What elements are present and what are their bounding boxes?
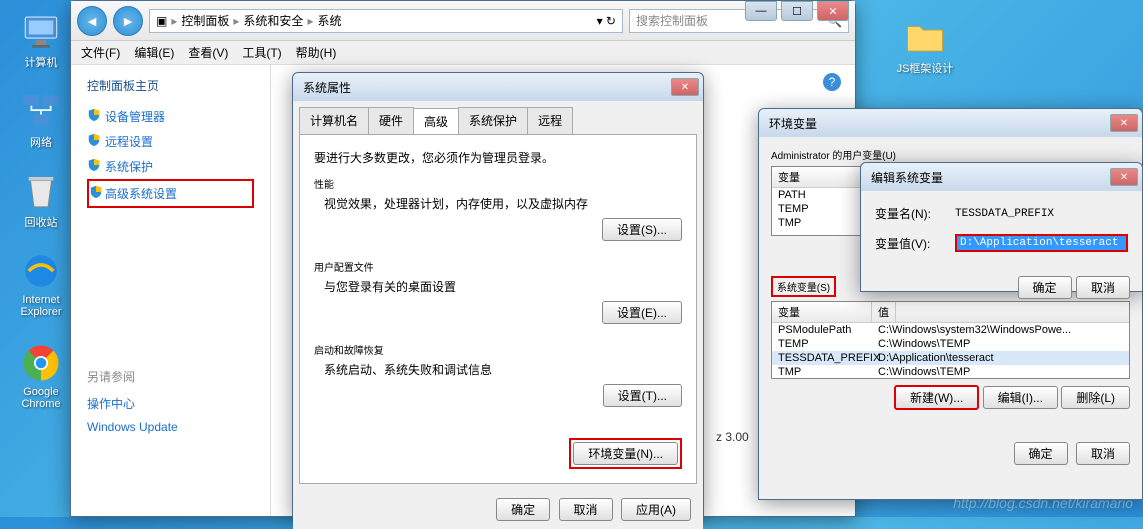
col-variable: 变量 xyxy=(772,302,872,322)
forward-button[interactable]: ► xyxy=(113,6,143,36)
cancel-button[interactable]: 取消 xyxy=(1076,442,1130,465)
menu-view[interactable]: 查看(V) xyxy=(188,44,228,61)
breadcrumb[interactable]: 系统和安全 xyxy=(243,12,303,29)
dialog-title: 系统属性 xyxy=(297,79,671,96)
tab-hardware[interactable]: 硬件 xyxy=(368,107,414,134)
ok-button[interactable]: 确定 xyxy=(496,498,550,521)
startup-settings-button[interactable]: 设置(T)... xyxy=(603,384,682,407)
system-vars-table[interactable]: 变量值 PSModulePathC:\Windows\system32\Wind… xyxy=(771,301,1130,379)
desktop-network[interactable]: 网络 xyxy=(6,90,76,150)
sidebar-remote[interactable]: 远程设置 xyxy=(87,129,254,154)
menu-file[interactable]: 文件(F) xyxy=(81,44,120,61)
sidebar: 控制面板主页 设备管理器 远程设置 系统保护 高级系统设置 另请参阅 操作中心 … xyxy=(71,65,271,516)
intro-text: 要进行大多数更改，您必须作为管理员登录。 xyxy=(314,149,682,166)
recycle-icon xyxy=(20,170,62,212)
sidebar-device-manager[interactable]: 设备管理器 xyxy=(87,104,254,129)
ie-icon xyxy=(20,250,62,292)
cancel-button[interactable]: 取消 xyxy=(559,498,613,521)
system-vars-heading: 系统变量(S) xyxy=(771,276,836,297)
tabs: 计算机名 硬件 高级 系统保护 远程 xyxy=(293,101,703,134)
breadcrumb-icon: ▣ xyxy=(156,14,167,28)
chrome-icon xyxy=(20,342,62,384)
shield-icon xyxy=(87,108,101,122)
breadcrumb[interactable]: 控制面板 xyxy=(181,12,229,29)
var-value-label: 变量值(V): xyxy=(875,235,955,252)
minimize-button[interactable]: — xyxy=(745,1,777,21)
tab-advanced[interactable]: 高级 xyxy=(413,108,459,135)
sidebar-home[interactable]: 控制面板主页 xyxy=(87,77,254,94)
var-name-field[interactable]: TESSDATA_PREFIX xyxy=(955,208,1128,220)
desktop-label: Internet Explorer xyxy=(21,294,62,318)
tab-remote[interactable]: 远程 xyxy=(527,107,573,134)
desktop-label: 网络 xyxy=(30,137,52,149)
dialog-title: 环境变量 xyxy=(763,115,1110,132)
desktop-folder[interactable]: JS框架设计 xyxy=(890,16,960,76)
version-text: z 3.00 xyxy=(716,430,749,444)
startup-desc: 系统启动、系统失败和调试信息 xyxy=(324,361,682,378)
address-bar[interactable]: ▣ ▸ 控制面板 ▸ 系统和安全 ▸ 系统 ▾ ↻ xyxy=(149,9,623,33)
edit-var-button[interactable]: 编辑(I)... xyxy=(983,386,1058,409)
desktop-computer[interactable]: 计算机 xyxy=(6,10,76,70)
shield-icon xyxy=(87,133,101,147)
desktop-label: JS框架设计 xyxy=(897,63,954,75)
startup-heading: 启动和故障恢复 xyxy=(314,342,682,357)
table-row: TEMPC:\Windows\TEMP xyxy=(772,337,1129,351)
ok-button[interactable]: 确定 xyxy=(1018,276,1072,299)
desktop-ie[interactable]: Internet Explorer xyxy=(6,250,76,318)
see-also: 另请参阅 xyxy=(87,368,254,385)
env-vars-button[interactable]: 环境变量(N)... xyxy=(573,442,678,465)
cancel-button[interactable]: 取消 xyxy=(1076,276,1130,299)
new-var-button[interactable]: 新建(W)... xyxy=(894,385,979,410)
search-placeholder: 搜索控制面板 xyxy=(636,12,708,29)
close-button[interactable]: ✕ xyxy=(671,78,699,96)
tab-computer-name[interactable]: 计算机名 xyxy=(299,107,369,134)
performance-heading: 性能 xyxy=(314,176,682,191)
watermark: http://blog.csdn.net/kiramario xyxy=(953,495,1133,511)
network-icon xyxy=(20,90,62,132)
desktop-chrome[interactable]: Google Chrome xyxy=(6,342,76,410)
delete-var-button[interactable]: 删除(L) xyxy=(1061,386,1130,409)
desktop-label: 计算机 xyxy=(25,57,58,69)
profiles-heading: 用户配置文件 xyxy=(314,259,682,274)
profiles-desc: 与您登录有关的桌面设置 xyxy=(324,278,682,295)
desktop-label: 回收站 xyxy=(25,217,58,229)
performance-settings-button[interactable]: 设置(S)... xyxy=(602,218,682,241)
close-button[interactable]: ✕ xyxy=(817,1,849,21)
sidebar-action-center[interactable]: 操作中心 xyxy=(87,391,254,416)
system-properties-dialog: 系统属性 ✕ 计算机名 硬件 高级 系统保护 远程 要进行大多数更改，您必须作为… xyxy=(292,72,704,517)
shield-icon xyxy=(89,185,103,199)
maximize-button[interactable]: ☐ xyxy=(781,1,813,21)
tab-protection[interactable]: 系统保护 xyxy=(458,107,528,134)
sidebar-advanced-settings[interactable]: 高级系统设置 xyxy=(87,179,254,208)
menu-tools[interactable]: 工具(T) xyxy=(242,44,281,61)
back-button[interactable]: ◄ xyxy=(77,6,107,36)
sidebar-windows-update[interactable]: Windows Update xyxy=(87,416,254,438)
performance-desc: 视觉效果，处理器计划，内存使用，以及虚拟内存 xyxy=(324,195,682,212)
close-button[interactable]: ✕ xyxy=(1110,168,1138,186)
menu-help[interactable]: 帮助(H) xyxy=(296,44,337,61)
folder-icon xyxy=(904,16,946,58)
computer-icon xyxy=(20,10,62,52)
var-value-field[interactable]: D:\Application\tesseract xyxy=(955,234,1128,252)
help-icon[interactable]: ? xyxy=(823,73,841,91)
breadcrumb[interactable]: 系统 xyxy=(317,12,341,29)
menu-bar: 文件(F) 编辑(E) 查看(V) 工具(T) 帮助(H) xyxy=(71,41,855,65)
edit-var-dialog: 编辑系统变量 ✕ 变量名(N): TESSDATA_PREFIX 变量值(V):… xyxy=(860,162,1143,292)
col-variable: 变量 xyxy=(772,167,872,187)
apply-button[interactable]: 应用(A) xyxy=(621,498,691,521)
ok-button[interactable]: 确定 xyxy=(1014,442,1068,465)
table-row: TMPC:\Windows\TEMP xyxy=(772,365,1129,379)
desktop-label: Google Chrome xyxy=(21,386,60,410)
table-row: PSModulePathC:\Windows\system32\WindowsP… xyxy=(772,323,1129,337)
shield-icon xyxy=(87,158,101,172)
sidebar-protection[interactable]: 系统保护 xyxy=(87,154,254,179)
profiles-settings-button[interactable]: 设置(E)... xyxy=(602,301,682,324)
table-row: TESSDATA_PREFIXD:\Application\tesseract xyxy=(772,351,1129,365)
close-button[interactable]: ✕ xyxy=(1110,114,1138,132)
desktop-recycle[interactable]: 回收站 xyxy=(6,170,76,230)
user-vars-heading: Administrator 的用户变量(U) xyxy=(771,147,1130,162)
menu-edit[interactable]: 编辑(E) xyxy=(134,44,174,61)
var-name-label: 变量名(N): xyxy=(875,205,955,222)
dialog-title: 编辑系统变量 xyxy=(865,169,1110,186)
